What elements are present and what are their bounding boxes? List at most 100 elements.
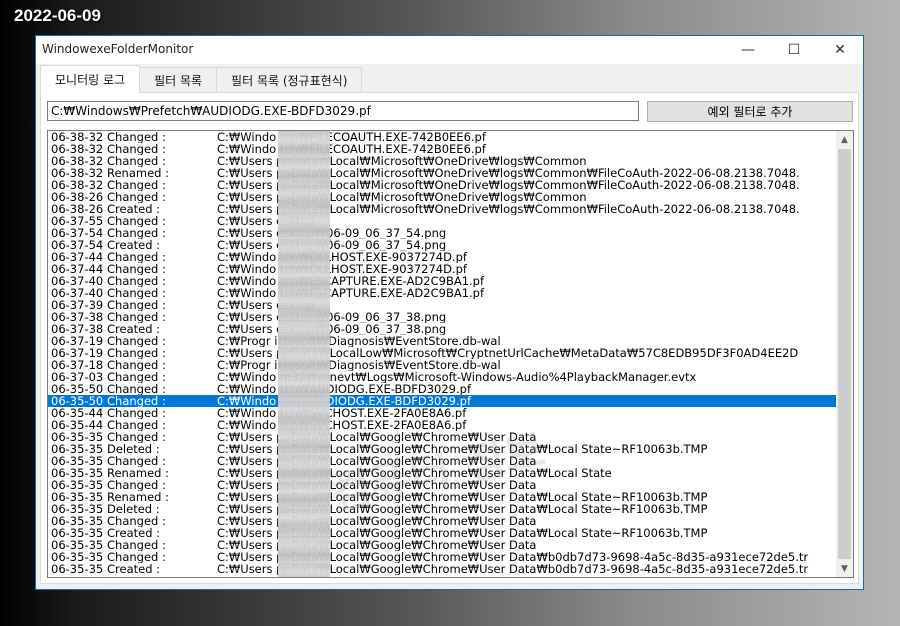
log-action: Deleted : <box>107 503 160 515</box>
log-path: C:₩Windo tch₩AUDIODG.EXE-BDFD3029.pf <box>217 383 471 395</box>
tab-bar: 모니터링 로그 필터 목록 필터 목록 (정규표현식) <box>40 65 363 93</box>
log-row[interactable]: 06-37-54 Changed : C:₩Users esktop₩06-09_0… <box>48 227 836 239</box>
log-time: 06-35-44 <box>51 419 104 431</box>
log-row[interactable]: 06-35-35 Renamed : C:₩Users ppData₩Local₩G… <box>48 467 836 479</box>
log-row[interactable]: 06-37-44 Changed : C:₩Windo tch₩DLLHOST.EX… <box>48 263 836 275</box>
close-button[interactable]: ✕ <box>817 36 863 64</box>
log-row[interactable]: 06-38-32 Changed : C:₩Users ppData₩Local₩M… <box>48 179 836 191</box>
log-row[interactable]: 06-38-26 Created : C:₩Users ppData₩Local₩M… <box>48 203 836 215</box>
title-bar: WindowexeFolderMonitor — ☐ ✕ <box>36 36 863 64</box>
log-row[interactable]: 06-37-54 Created : C:₩Users esktop₩06-09_0… <box>48 239 836 251</box>
path-input[interactable] <box>47 101 639 121</box>
log-path: C:₩Users esktop₩06-09_06_37_54.png <box>217 227 447 239</box>
scroll-down-icon[interactable]: ▼ <box>836 560 853 577</box>
log-row[interactable]: 06-37-18 Changed : C:₩Progr icrosoft₩Diagn… <box>48 359 836 371</box>
log-time: 06-37-44 <box>51 251 104 263</box>
log-path: C:₩Progr icrosoft₩Diagnosis₩EventStore.d… <box>217 335 501 347</box>
scroll-up-icon[interactable]: ▲ <box>836 131 853 148</box>
scroll-thumb[interactable] <box>838 149 851 559</box>
log-path: C:₩Windo tch₩DLLHOST.EXE-9037274D.pf <box>217 251 467 263</box>
log-row[interactable]: 06-35-35 Changed : C:₩Users ppData₩Local₩G… <box>48 515 836 527</box>
log-row[interactable]: 06-38-26 Changed : C:₩Users ppData₩Local₩M… <box>48 191 836 203</box>
log-action: Changed : <box>107 383 166 395</box>
maximize-button[interactable]: ☐ <box>771 36 817 64</box>
log-row[interactable]: 06-35-35 Renamed : C:₩Users ppData₩Local₩G… <box>48 491 836 503</box>
log-time: 06-35-35 <box>51 431 104 443</box>
log-time: 06-35-35 <box>51 539 104 551</box>
log-row[interactable]: 06-35-35 Changed : C:₩Users ppData₩Local₩G… <box>48 431 836 443</box>
log-row[interactable]: 06-37-40 Changed : C:₩Windo tch₩FSCAPTURE.… <box>48 287 836 299</box>
log-row[interactable]: 06-37-55 Changed : C:₩Users esktop <box>48 215 836 227</box>
log-time: 06-37-40 <box>51 287 104 299</box>
log-row[interactable]: 06-37-19 Changed : C:₩Progr icrosoft₩Diagn… <box>48 335 836 347</box>
log-row[interactable]: 06-38-32 Renamed : C:₩Users ppData₩Local₩M… <box>48 167 836 179</box>
vertical-scrollbar[interactable]: ▲ ▼ <box>836 131 853 577</box>
log-path: C:₩Users ppData₩Local₩Google₩Chrome₩User… <box>217 515 537 527</box>
log-action: Created : <box>107 239 161 251</box>
log-time: 06-35-35 <box>51 467 104 479</box>
log-row[interactable]: 06-37-40 Changed : C:₩Windo tch₩FSCAPTURE.… <box>48 275 836 287</box>
log-path: C:₩Windo tch₩SVCHOST.EXE-2FA0E8A6.pf <box>217 407 467 419</box>
log-row[interactable]: 06-37-44 Changed : C:₩Windo tch₩DLLHOST.EX… <box>48 251 836 263</box>
log-row[interactable]: 06-35-35 Changed : C:₩Users ppData₩Local₩G… <box>48 479 836 491</box>
blurred-region <box>278 131 330 577</box>
maximize-icon: ☐ <box>787 42 801 58</box>
log-path: C:₩Users ppData₩Local₩Microsoft₩OneDrive… <box>217 191 587 203</box>
log-action: Changed : <box>107 179 166 191</box>
log-row[interactable]: 06-38-32 Changed : C:₩Users ppData₩Local₩M… <box>48 155 836 167</box>
log-row[interactable]: 06-35-35 Created : C:₩Users ppData₩Local₩G… <box>48 563 836 575</box>
close-icon: ✕ <box>834 42 846 58</box>
log-action: Renamed : <box>107 467 169 479</box>
log-action: Changed : <box>107 299 166 311</box>
minimize-icon: — <box>741 42 755 58</box>
log-row[interactable]: 06-35-50 Changed : C:₩Windo tch₩AUDIODG.EX… <box>48 395 836 407</box>
log-row[interactable]: 06-37-19 Changed : C:₩Users ppData₩LocalLo… <box>48 347 836 359</box>
log-time: 06-35-35 <box>51 503 104 515</box>
minimize-button[interactable]: — <box>725 36 771 64</box>
log-row[interactable]: 06-37-38 Changed : C:₩Users esktop₩06-09_0… <box>48 311 836 323</box>
log-row[interactable]: 06-35-35 Changed : C:₩Users ppData₩Local₩G… <box>48 539 836 551</box>
log-path: C:₩Users esktop₩06-09_06_37_54.png <box>217 239 447 251</box>
log-row[interactable]: 06-38-32 Changed : C:₩Windo tch₩FILECOAUTH… <box>48 143 836 155</box>
log-list[interactable]: 06-38-32 Changed : C:₩Windo tch₩FILECOAUTH… <box>47 130 854 578</box>
log-time: 06-37-19 <box>51 335 104 347</box>
log-path: C:₩Windo tch₩DLLHOST.EXE-9037274D.pf <box>217 263 467 275</box>
log-time: 06-35-50 <box>51 395 104 407</box>
log-action: Changed : <box>107 347 166 359</box>
log-row[interactable]: 06-35-35 Created : C:₩Users ppData₩Local₩G… <box>48 527 836 539</box>
log-action: Changed : <box>107 263 166 275</box>
log-row[interactable]: 06-35-50 Changed : C:₩Windo tch₩AUDIODG.EX… <box>48 383 836 395</box>
log-action: Changed : <box>107 431 166 443</box>
log-action: Changed : <box>107 371 166 383</box>
log-row[interactable]: 06-35-44 Changed : C:₩Windo tch₩SVCHOST.EX… <box>48 419 836 431</box>
log-time: 06-37-18 <box>51 359 104 371</box>
add-exception-filter-button[interactable]: 예외 필터로 추가 <box>647 101 853 122</box>
log-row[interactable]: 06-35-44 Changed : C:₩Windo tch₩SVCHOST.EX… <box>48 407 836 419</box>
log-path: C:₩Windo tch₩SVCHOST.EXE-2FA0E8A6.pf <box>217 419 467 431</box>
log-action: Deleted : <box>107 443 160 455</box>
log-row[interactable]: 06-35-35 Deleted : C:₩Users ppData₩Local₩G… <box>48 443 836 455</box>
log-action: Changed : <box>107 131 166 143</box>
log-row[interactable]: 06-35-35 Changed : C:₩Users ppData₩Local₩G… <box>48 551 836 563</box>
log-time: 06-38-32 <box>51 179 104 191</box>
log-row[interactable]: 06-35-35 Changed : C:₩Users ppData₩Local₩G… <box>48 455 836 467</box>
log-action: Changed : <box>107 227 166 239</box>
log-path: C:₩Users esktop₩06-09_06_37_38.png <box>217 323 447 335</box>
log-action: Changed : <box>107 215 166 227</box>
log-action: Changed : <box>107 155 166 167</box>
log-time: 06-37-39 <box>51 299 104 311</box>
log-action: Changed : <box>107 455 166 467</box>
log-time: 06-38-26 <box>51 191 104 203</box>
tab-monitoring-log[interactable]: 모니터링 로그 <box>40 65 141 93</box>
log-row[interactable]: 06-37-38 Created : C:₩Users esktop₩06-09_0… <box>48 323 836 335</box>
log-row[interactable]: 06-37-39 Changed : C:₩Users esktop <box>48 299 836 311</box>
log-row[interactable]: 06-35-35 Deleted : C:₩Users ppData₩Local₩G… <box>48 503 836 515</box>
tab-filter-list[interactable]: 필터 목록 <box>139 67 218 93</box>
tab-filter-list-regex[interactable]: 필터 목록 (정규표현식) <box>216 67 363 93</box>
log-row[interactable]: 06-37-03 Changed : C:₩Windo m32₩winevt₩Log… <box>48 371 836 383</box>
monitoring-log-panel: 예외 필터로 추가 06-38-32Changed :C:₩Windo tch₩… <box>40 92 859 584</box>
log-action: Changed : <box>107 539 166 551</box>
log-row[interactable]: 06-38-32 Changed : C:₩Windo tch₩FILECOAUTH… <box>48 131 836 143</box>
log-path: C:₩Users ppData₩Local₩Google₩Chrome₩User… <box>217 455 537 467</box>
window-title: WindowexeFolderMonitor <box>42 42 194 56</box>
